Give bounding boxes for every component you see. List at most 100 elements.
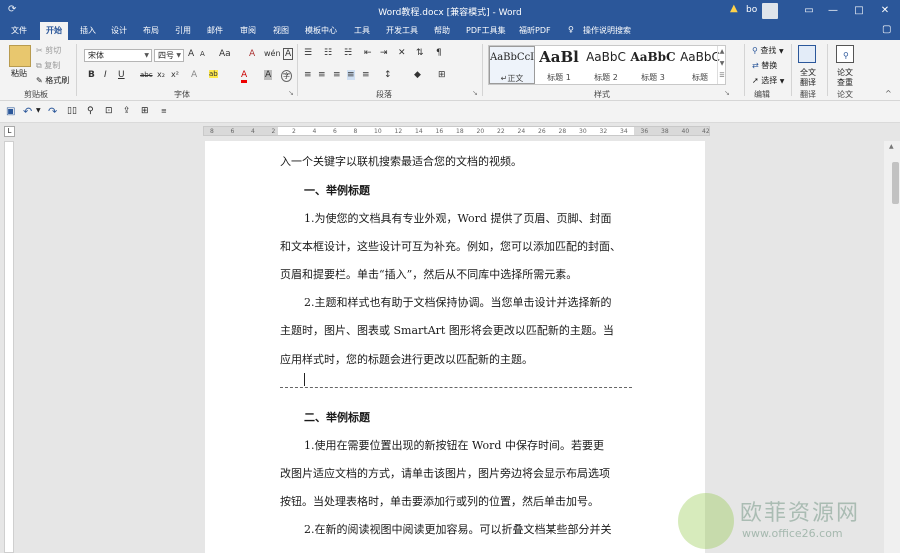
vertical-ruler[interactable] <box>4 141 14 553</box>
print-preview-icon[interactable]: ⚲ <box>87 106 94 116</box>
maximize-button[interactable]: □ <box>848 2 870 20</box>
avatar[interactable] <box>762 3 778 19</box>
lightbulb-icon[interactable]: ♀ <box>568 25 574 34</box>
paper-check-label-2[interactable]: 查重 <box>837 77 853 88</box>
strikethrough-button[interactable]: abc <box>140 71 153 79</box>
align-right-icon[interactable]: ≡ <box>333 70 341 80</box>
style-heading-1[interactable]: AaBl 标题 1 <box>536 46 582 84</box>
translate-label-2[interactable]: 翻译 <box>800 77 816 88</box>
style-heading-3[interactable]: AaBbC 标题 3 <box>630 46 676 84</box>
styles-dialog-launcher-icon[interactable]: ↘ <box>724 89 730 97</box>
justify-icon[interactable]: ≡ <box>347 70 355 80</box>
underline-button[interactable]: U <box>118 70 125 80</box>
font-name-combo[interactable]: 宋体 ▼ <box>84 49 152 62</box>
close-button[interactable]: ✕ <box>874 2 896 20</box>
distributed-icon[interactable]: ≡ <box>362 70 370 80</box>
paragraph-dialog-launcher-icon[interactable]: ↘ <box>472 89 478 97</box>
increase-indent-icon[interactable]: ⇥ <box>380 48 388 58</box>
show-marks-icon[interactable]: ¶ <box>436 48 442 58</box>
font-color-button[interactable]: A <box>241 70 248 83</box>
char-border-button[interactable]: A <box>283 48 294 60</box>
bullets-icon[interactable]: ☰ <box>304 48 312 58</box>
paste-button[interactable]: 粘贴 <box>11 68 27 79</box>
tab-review[interactable]: 审阅 <box>240 25 256 36</box>
borders-icon[interactable]: ⊞ <box>438 70 446 80</box>
tab-file[interactable]: 文件 <box>11 25 27 36</box>
shading-icon[interactable]: ◆ <box>414 70 421 80</box>
styles-scroll[interactable]: ▲ ▼ ☰ <box>717 46 726 84</box>
font-size-combo[interactable]: 四号 ▼ <box>154 49 184 62</box>
tab-home[interactable]: 开始 <box>40 22 68 40</box>
comment-icon[interactable]: ▢ <box>882 24 891 35</box>
tab-template-center[interactable]: 模板中心 <box>305 25 337 36</box>
layout-icon[interactable]: ▯▯ <box>67 106 77 116</box>
tab-design[interactable]: 设计 <box>111 25 127 36</box>
find-button[interactable]: ⚲ 查找 ▼ <box>752 45 784 56</box>
tab-developer[interactable]: 开发工具 <box>386 25 418 36</box>
ribbon-display-icon[interactable]: ▭ <box>798 2 820 20</box>
replace-button[interactable]: ⇄ 替换 <box>752 60 777 71</box>
tab-pdf-tools[interactable]: PDF工具集 <box>466 25 506 36</box>
tab-mailings[interactable]: 邮件 <box>207 25 223 36</box>
tab-help[interactable]: 帮助 <box>434 25 450 36</box>
paste-icon[interactable] <box>9 45 31 67</box>
style-heading-2[interactable]: AaBbC 标题 2 <box>583 46 629 84</box>
grow-font-button[interactable]: A <box>188 49 194 59</box>
line-spacing-icon[interactable]: ↕ <box>384 70 392 80</box>
align-left-icon[interactable]: ≡ <box>304 70 312 80</box>
cut-button[interactable]: ✂ 剪切 <box>36 45 61 56</box>
paste-special-icon[interactable]: ⊡ <box>105 106 113 116</box>
redo-icon[interactable]: ↷ <box>48 105 57 118</box>
tab-selector-button[interactable]: L <box>4 126 15 137</box>
pinyin-guide-button[interactable]: wén <box>264 49 281 58</box>
sort-icon[interactable]: ⇅ <box>416 48 424 58</box>
style-normal[interactable]: AaBbCcI ↵正文 <box>489 46 535 84</box>
select-button[interactable]: ➚ 选择 ▼ <box>752 75 784 86</box>
multilevel-list-icon[interactable]: ☵ <box>344 48 352 58</box>
undo-icon[interactable]: ↶ <box>23 105 32 118</box>
tab-insert[interactable]: 插入 <box>80 25 96 36</box>
customize-qat-icon[interactable]: ≡ <box>161 107 167 115</box>
paper-check-icon[interactable]: ⚲ <box>836 45 854 63</box>
align-center-icon[interactable]: ≡ <box>318 70 326 80</box>
font-dialog-launcher-icon[interactable]: ↘ <box>288 89 294 97</box>
text-effects-button[interactable]: A <box>191 70 197 80</box>
char-shading-button[interactable]: A <box>264 70 273 80</box>
group-label-font: 字体 <box>174 90 190 99</box>
enclose-char-button[interactable]: 字 <box>281 70 292 82</box>
bold-button[interactable]: B <box>88 70 95 80</box>
highlight-button[interactable]: ab <box>209 70 218 78</box>
clear-formatting-button[interactable]: A <box>249 49 255 59</box>
scroll-up-icon[interactable]: ▲ <box>889 143 894 150</box>
decrease-indent-icon[interactable]: ⇤ <box>364 48 372 58</box>
superscript-button[interactable]: x² <box>171 70 179 79</box>
tab-references[interactable]: 引用 <box>175 25 191 36</box>
change-case-button[interactable]: Aa <box>219 49 231 59</box>
tab-layout[interactable]: 布局 <box>143 25 159 36</box>
translate-icon[interactable] <box>798 45 816 63</box>
italic-button[interactable]: I <box>104 70 107 80</box>
document-page[interactable] <box>205 141 705 553</box>
chinese-layout-icon[interactable]: ✕ <box>398 48 406 58</box>
watermark: 欧菲资源网 www.office26.com <box>678 487 900 553</box>
minimize-button[interactable]: — <box>822 2 844 20</box>
scrollbar-thumb[interactable] <box>892 162 899 204</box>
export-icon[interactable]: ⇪ <box>123 106 131 116</box>
tab-foxit-pdf[interactable]: 福昕PDF <box>519 25 551 36</box>
format-painter-button[interactable]: ✎ 格式刷 <box>36 75 69 86</box>
table-icon[interactable]: ⊞ <box>141 106 149 116</box>
copy-button[interactable]: ⧉ 复制 <box>36 60 60 71</box>
chevron-down-icon[interactable]: ▼ <box>36 107 41 114</box>
save-icon[interactable]: ▣ <box>6 106 15 117</box>
subscript-button[interactable]: x₂ <box>157 70 165 79</box>
tell-me-search[interactable]: 操作说明搜索 <box>583 25 631 36</box>
tab-tools[interactable]: 工具 <box>354 25 370 36</box>
tab-view[interactable]: 视图 <box>273 25 289 36</box>
paragraph-line: 2.主题和样式也有助于文档保持协调。当您单击设计并选择新的 <box>304 296 612 309</box>
warning-icon[interactable]: ▲ <box>730 3 738 14</box>
numbering-icon[interactable]: ☷ <box>324 48 332 58</box>
user-name[interactable]: bo <box>746 5 757 15</box>
horizontal-ruler[interactable]: 8 6 4 2 2 4 6 8 10 12 14 16 18 20 22 24 26 28 30 32 34 36 38 40… <box>203 126 710 136</box>
shrink-font-button[interactable]: A <box>200 50 205 58</box>
collapse-ribbon-icon[interactable]: ^ <box>885 89 892 98</box>
